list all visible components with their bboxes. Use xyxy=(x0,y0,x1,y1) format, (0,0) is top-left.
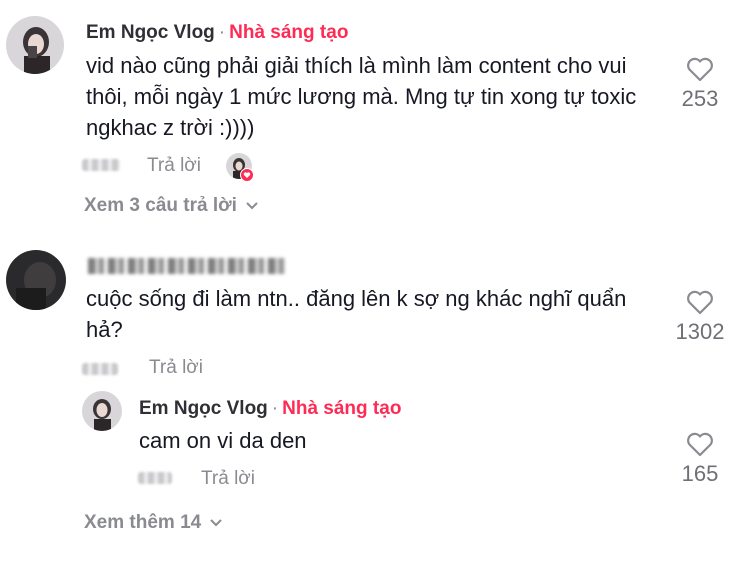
like-button[interactable]: 1302 xyxy=(665,289,735,345)
separator: · xyxy=(218,22,226,43)
comment-timestamp xyxy=(82,363,118,375)
author-name[interactable]: Em Ngọc Vlog xyxy=(139,398,268,419)
avatar[interactable] xyxy=(6,16,64,74)
creator-liked-avatar xyxy=(226,153,256,183)
reply-timestamp xyxy=(138,472,172,484)
separator: · xyxy=(271,398,279,419)
comment-author-line: Em Ngọc Vlog · Nhà sáng tạo xyxy=(86,22,348,44)
view-replies-button[interactable]: Xem 3 câu trả lời xyxy=(84,195,259,217)
chevron-down-icon xyxy=(210,519,222,527)
heart-outline-icon xyxy=(687,57,713,82)
view-more-button[interactable]: Xem thêm 14 xyxy=(84,512,223,534)
heart-outline-icon xyxy=(687,432,713,457)
chevron-down-icon xyxy=(246,202,258,210)
view-replies-label: Xem 3 câu trả lời xyxy=(84,195,237,216)
view-more-label: Xem thêm 14 xyxy=(84,512,202,533)
like-button[interactable]: 253 xyxy=(665,56,735,112)
like-count: 253 xyxy=(681,86,719,111)
reply-button[interactable]: Trả lời xyxy=(201,468,255,490)
avatar[interactable] xyxy=(6,250,66,310)
comment-text: cuộc sống đi làm ntn.. đăng lên k sợ ng … xyxy=(86,286,627,342)
creator-badge: Nhà sáng tạo xyxy=(229,22,349,43)
like-button[interactable]: 165 xyxy=(665,431,735,487)
reply-text: cam on vi da den xyxy=(139,428,307,453)
comment-text: vid nào cũng phải giải thích là mình làm… xyxy=(86,53,637,140)
heart-badge-icon xyxy=(240,168,254,182)
reply-author-line: Em Ngọc Vlog · Nhà sáng tạo xyxy=(139,398,401,420)
author-name-blurred[interactable] xyxy=(88,258,286,274)
reply-avatar[interactable] xyxy=(82,391,122,431)
author-name[interactable]: Em Ngọc Vlog xyxy=(86,22,215,43)
comment-timestamp xyxy=(82,159,120,171)
like-count: 165 xyxy=(681,461,719,486)
reply-button[interactable]: Trả lời xyxy=(147,155,201,177)
creator-badge: Nhà sáng tạo xyxy=(282,398,402,419)
heart-outline-icon xyxy=(687,290,713,315)
reply-button[interactable]: Trả lời xyxy=(149,357,203,379)
like-count: 1302 xyxy=(675,319,725,344)
